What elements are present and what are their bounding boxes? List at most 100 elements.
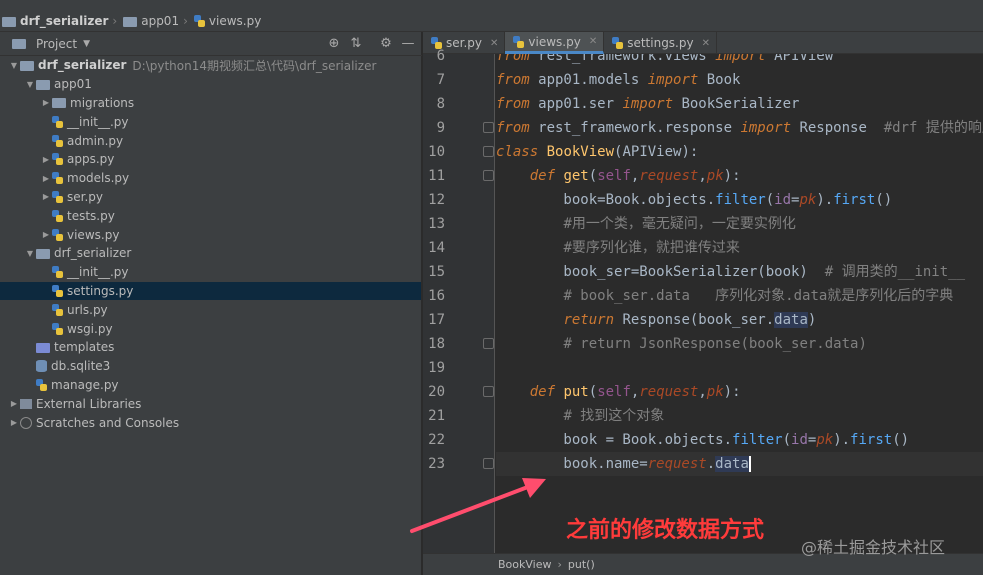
fold-marker-icon[interactable] (483, 386, 494, 397)
tree-item[interactable]: manage.py (0, 376, 421, 395)
expand-down-icon[interactable]: ▼ (8, 61, 20, 70)
tree-item-label: templates (54, 340, 115, 355)
code-line[interactable]: #用一个类，毫无疑问，一定要实例化 (496, 212, 983, 236)
breadcrumb-method[interactable]: put() (568, 558, 595, 571)
tree-item[interactable]: __init__.py (0, 112, 421, 131)
tree-item-label: wsgi.py (67, 321, 113, 336)
tree-item[interactable]: ▶ views.py (0, 225, 421, 244)
code-line[interactable]: #要序列化谁，就把谁传过来 (496, 236, 983, 260)
code-line[interactable]: from rest_framework.response import Resp… (496, 116, 983, 140)
code-line[interactable]: from app01.ser import BookSerializer (496, 92, 983, 116)
tree-item-label: __init__.py (67, 265, 129, 280)
python-file-icon (52, 153, 63, 166)
project-view-selector[interactable]: Project (36, 37, 77, 51)
tree-item-label: migrations (70, 95, 135, 110)
close-icon[interactable]: ✕ (490, 38, 498, 49)
python-file-icon (513, 35, 525, 48)
code-line[interactable]: def get(self,request,pk): (496, 164, 983, 188)
line-number: 19 (428, 360, 445, 376)
chevron-down-icon[interactable]: ▼ (83, 39, 90, 49)
tree-item[interactable]: settings.py (0, 281, 421, 301)
tree-item[interactable]: ▶ apps.py (0, 150, 421, 169)
line-number: 21 (428, 408, 445, 424)
line-number: 18 (428, 336, 445, 352)
tree-item[interactable]: ▼ drf_serializer D:\python14期视频汇总\代码\drf_s… (0, 56, 421, 75)
breadcrumb-app01[interactable]: app01 (123, 14, 179, 28)
code-line[interactable]: # book_ser.data 序列化对象.data就是序列化后的字典 (496, 284, 983, 308)
tree-item[interactable]: wsgi.py (0, 319, 421, 338)
line-number: 22 (428, 432, 445, 448)
code-line[interactable]: book_ser=BookSerializer(book) # 调用类的__in… (496, 260, 983, 284)
expand-down-icon[interactable]: ▼ (24, 80, 36, 89)
code-line[interactable]: book.name=request.data (496, 452, 983, 476)
project-panel-header: Project ▼ ⊕ ⇅ ⚙ — (0, 32, 422, 56)
expand-right-icon[interactable]: ▶ (40, 230, 52, 239)
tree-item[interactable]: templates (0, 338, 421, 357)
editor-tabs: ser.py ✕ views.py ✕ settings.py ✕ (423, 32, 983, 54)
tab-label: views.py (528, 34, 581, 49)
toolbar-strip (0, 0, 983, 7)
tree-item-label: models.py (67, 171, 130, 186)
collapse-all-icon[interactable]: ⇅ (348, 36, 364, 52)
breadcrumb-app01-label: app01 (141, 14, 180, 28)
close-icon[interactable]: ✕ (589, 36, 597, 47)
fold-marker-icon[interactable] (483, 170, 494, 181)
code-line[interactable]: class BookView(APIView): (496, 140, 983, 164)
tree-item[interactable]: tests.py (0, 206, 421, 225)
tree-item[interactable]: db.sqlite3 (0, 357, 421, 376)
gear-icon[interactable]: ⚙ (378, 36, 394, 52)
python-file-icon (52, 284, 63, 297)
code-line[interactable]: return Response(book_ser.data) (496, 308, 983, 332)
annotation-text: 之前的修改数据方式 (566, 518, 765, 543)
line-number-gutter: 6 7 8 9 10 11 12 13 14 15 16 17 18 19 20 21 22 23 (423, 48, 495, 553)
tree-item[interactable]: urls.py (0, 300, 421, 319)
breadcrumb-views[interactable]: views.py (193, 14, 261, 28)
tree-item-label: admin.py (67, 133, 124, 148)
tree-item[interactable]: ▼ app01 (0, 75, 421, 94)
code-line[interactable] (496, 356, 983, 380)
python-file-icon (52, 209, 63, 222)
tree-item[interactable]: ▶ ser.py (0, 188, 421, 207)
locate-icon[interactable]: ⊕ (326, 36, 342, 52)
expand-right-icon[interactable]: ▶ (8, 418, 20, 427)
code-line[interactable]: from app01.models import Book (496, 68, 983, 92)
tree-item-label: External Libraries (36, 396, 142, 411)
tree-item[interactable]: ▼ drf_serializer (0, 244, 421, 263)
code-line[interactable]: book=Book.objects.filter(id=pk).first() (496, 188, 983, 212)
folder-icon (52, 98, 66, 109)
python-file-icon (193, 15, 205, 27)
line-number: 10 (428, 144, 445, 160)
tree-item[interactable]: __init__.py (0, 263, 421, 282)
tree-item[interactable]: ▶ External Libraries (0, 394, 421, 413)
fold-marker-icon[interactable] (483, 458, 494, 469)
python-file-icon (52, 322, 63, 335)
code-area[interactable]: from rest_framework.views import APIView… (496, 54, 983, 553)
tab-views-py[interactable]: views.py ✕ (505, 32, 605, 54)
expand-right-icon[interactable]: ▶ (8, 399, 20, 408)
line-number: 9 (436, 120, 445, 136)
tab-settings-py[interactable]: settings.py ✕ (604, 32, 717, 54)
tree-item[interactable]: ▶ Scratches and Consoles (0, 413, 421, 432)
tree-item[interactable]: ▶ migrations (0, 94, 421, 113)
code-line[interactable]: # 找到这个对象 (496, 404, 983, 428)
code-line[interactable]: book = Book.objects.filter(id=pk).first(… (496, 428, 983, 452)
expand-right-icon[interactable]: ▶ (40, 98, 52, 107)
code-line[interactable]: from rest_framework.views import APIView (496, 54, 983, 68)
expand-right-icon[interactable]: ▶ (40, 174, 52, 183)
tree-item-label: drf_serializer (54, 246, 132, 261)
tree-item[interactable]: admin.py (0, 131, 421, 150)
fold-marker-icon[interactable] (483, 146, 494, 157)
tree-item-label: settings.py (67, 283, 134, 298)
expand-down-icon[interactable]: ▼ (24, 249, 36, 258)
tree-item[interactable]: ▶ models.py (0, 169, 421, 188)
fold-marker-icon[interactable] (483, 338, 494, 349)
fold-marker-icon[interactable] (483, 122, 494, 133)
expand-right-icon[interactable]: ▶ (40, 155, 52, 164)
expand-right-icon[interactable]: ▶ (40, 192, 52, 201)
close-icon[interactable]: ✕ (702, 38, 710, 49)
code-line[interactable]: # return JsonResponse(book_ser.data) (496, 332, 983, 356)
breadcrumb-project[interactable]: drf_serializer (0, 14, 108, 28)
code-line[interactable]: def put(self,request,pk): (496, 380, 983, 404)
breadcrumb-class[interactable]: BookView (498, 558, 551, 571)
minimize-icon[interactable]: — (400, 36, 416, 52)
